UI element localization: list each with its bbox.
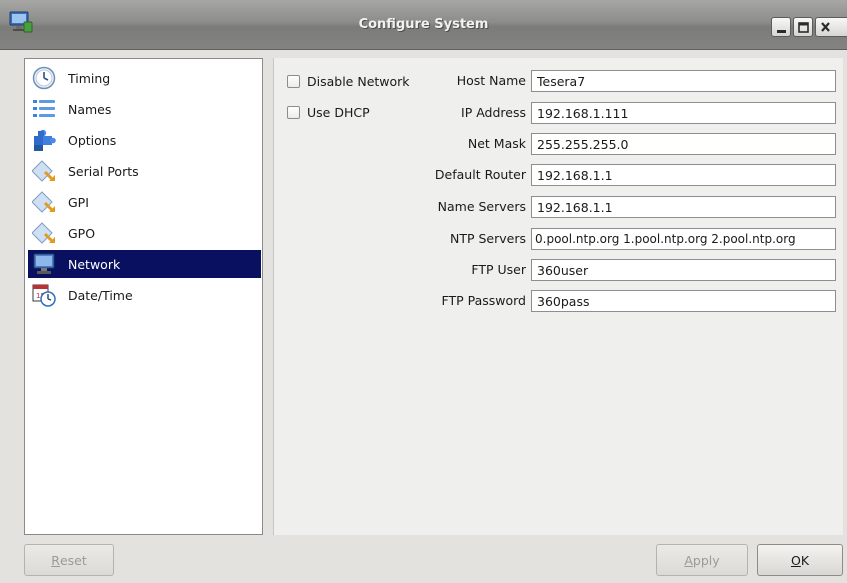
sidebar-item-label: Timing bbox=[68, 70, 111, 86]
puzzle-icon bbox=[32, 128, 56, 152]
reset-mnemonic: R bbox=[51, 552, 60, 568]
net-mask-field[interactable] bbox=[531, 133, 836, 155]
ok-label: K bbox=[800, 552, 810, 568]
ftp-user-label: FTP User bbox=[471, 262, 526, 277]
ftp-user-field[interactable] bbox=[531, 259, 836, 281]
net-mask-label: Net Mask bbox=[467, 136, 526, 151]
ntp-servers-field[interactable] bbox=[531, 228, 836, 250]
diamond-arrow-icon bbox=[32, 221, 56, 245]
sidebar-item-date-time[interactable]: 15 Date/Time bbox=[28, 281, 261, 309]
sidebar-item-label: Options bbox=[68, 132, 117, 148]
sidebar-item-names[interactable]: Names bbox=[28, 95, 261, 123]
reset-button[interactable]: Reset bbox=[24, 544, 114, 576]
sidebar-item-label: GPI bbox=[68, 194, 89, 210]
ok-button[interactable]: OK bbox=[757, 544, 843, 576]
window-title: Configure System bbox=[358, 17, 489, 32]
clock-icon bbox=[32, 66, 56, 90]
default-router-label: Default Router bbox=[434, 167, 526, 182]
sidebar-item-label: Serial Ports bbox=[68, 163, 139, 179]
reset-label: eset bbox=[59, 552, 87, 568]
ntp-servers-label: NTP Servers bbox=[449, 231, 526, 246]
apply-button[interactable]: Apply bbox=[656, 544, 748, 576]
sidebar-item-label: Date/Time bbox=[68, 287, 133, 303]
ip-address-label: IP Address bbox=[461, 105, 526, 120]
sidebar-item-gpi[interactable]: GPI bbox=[28, 188, 261, 216]
list-icon bbox=[32, 97, 56, 121]
name-servers-label: Name Servers bbox=[437, 199, 526, 214]
apply-label: pply bbox=[692, 552, 720, 568]
ok-mnemonic: O bbox=[790, 552, 801, 568]
diamond-arrow-icon bbox=[32, 190, 56, 214]
configure-system-window: Configure System Timing Names Options Se… bbox=[0, 0, 847, 583]
sidebar-item-network[interactable]: Network bbox=[28, 250, 261, 278]
name-servers-field[interactable] bbox=[531, 196, 836, 218]
maximize-button[interactable] bbox=[793, 17, 813, 37]
host-name-label: Host Name bbox=[456, 73, 526, 88]
network-settings-panel: Disable Network Use DHCP Host Name IP Ad… bbox=[273, 58, 843, 535]
sidebar-item-label: GPO bbox=[68, 225, 96, 241]
sidebar-item-gpo[interactable]: GPO bbox=[28, 219, 261, 247]
sidebar-item-label: Network bbox=[68, 256, 121, 272]
apply-mnemonic: A bbox=[684, 552, 693, 568]
host-name-field[interactable] bbox=[531, 70, 836, 92]
calendar-clock-icon: 15 bbox=[32, 283, 56, 307]
ip-address-field[interactable] bbox=[531, 102, 836, 124]
minimize-button[interactable] bbox=[771, 17, 791, 37]
sidebar-item-options[interactable]: Options bbox=[28, 126, 261, 154]
sidebar-item-label: Names bbox=[68, 101, 112, 117]
close-button[interactable] bbox=[815, 17, 847, 37]
category-list[interactable]: Timing Names Options Serial Ports GPI GP… bbox=[24, 58, 263, 535]
ftp-password-field[interactable] bbox=[531, 290, 836, 312]
monitor-icon bbox=[32, 252, 56, 276]
diamond-arrow-icon bbox=[32, 159, 56, 183]
ftp-password-label: FTP Password bbox=[441, 293, 526, 308]
sidebar-item-timing[interactable]: Timing bbox=[28, 64, 261, 92]
default-router-field[interactable] bbox=[531, 164, 836, 186]
title-bar[interactable]: Configure System bbox=[0, 0, 847, 50]
sidebar-item-serial-ports[interactable]: Serial Ports bbox=[28, 157, 261, 185]
